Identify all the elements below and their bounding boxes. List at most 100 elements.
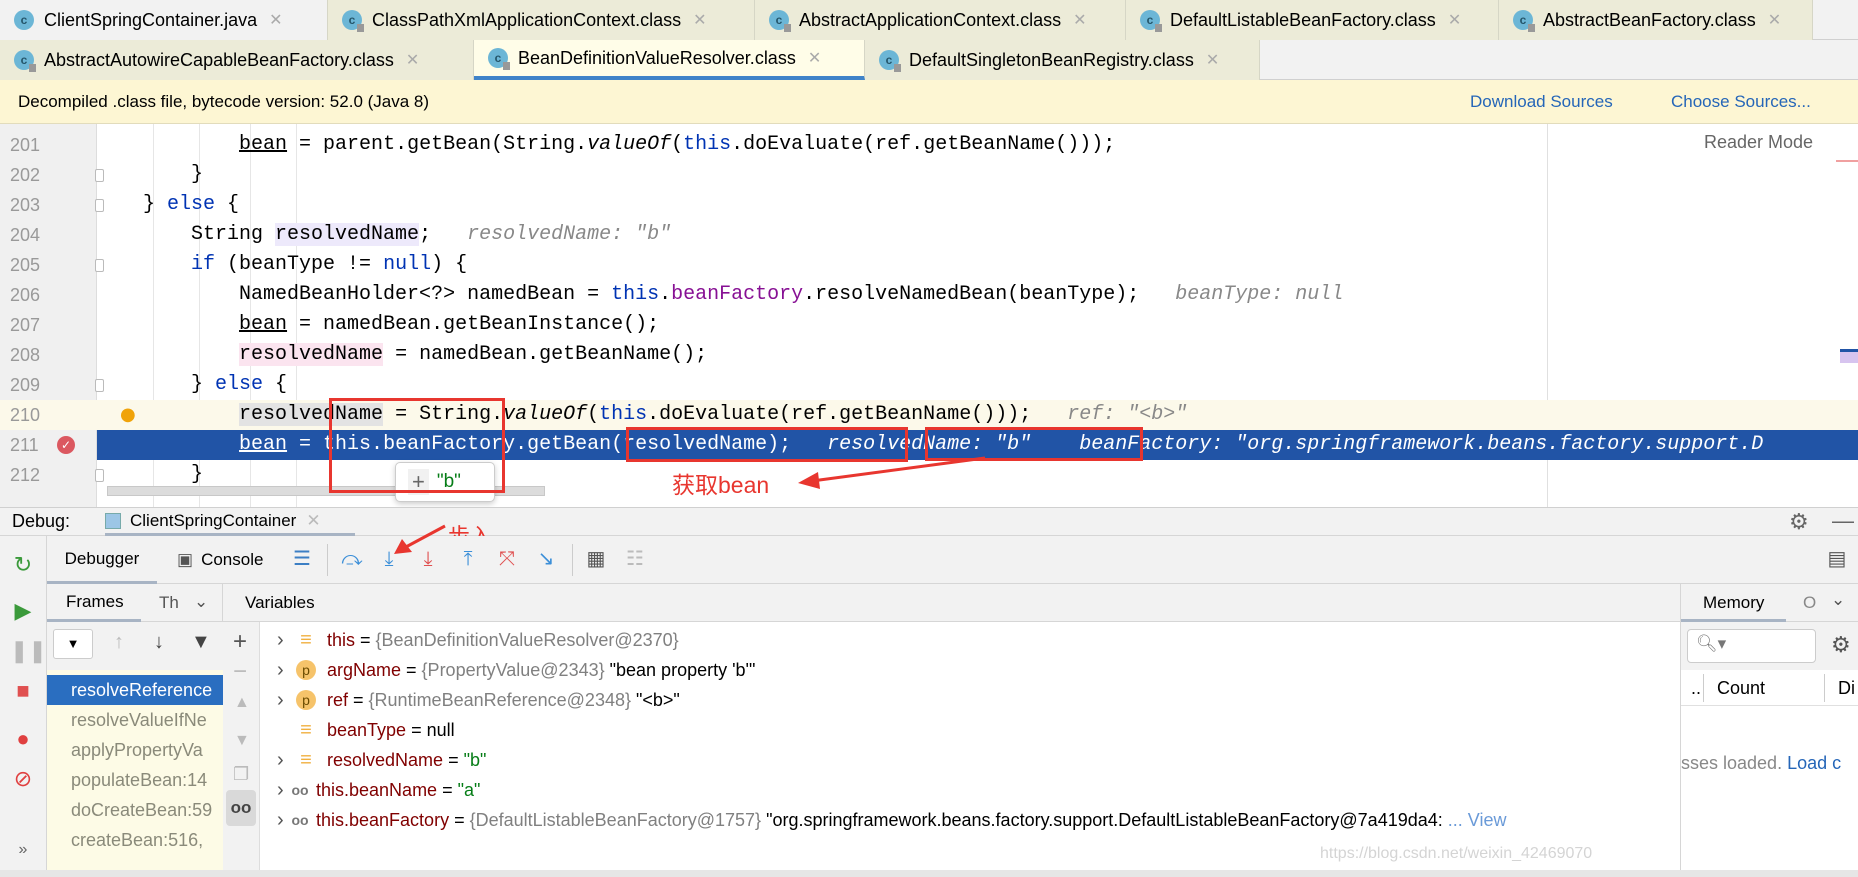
arrow-down-icon[interactable]: ↓ xyxy=(154,631,164,654)
arrow-up-icon[interactable]: ↑ xyxy=(114,631,124,654)
scroll-marker[interactable] xyxy=(1840,349,1858,363)
frame-item[interactable]: doCreateBean:59 xyxy=(47,795,223,825)
restore-layout-icon[interactable]: ▤ xyxy=(1825,548,1849,570)
code-line[interactable]: 209 } else { xyxy=(0,370,1858,400)
close-icon[interactable]: ✕ xyxy=(1768,10,1781,30)
memory-table-header: .. Count Di xyxy=(1681,670,1858,706)
expand-chevron-icon[interactable]: › xyxy=(277,685,284,715)
tab-client-spring-container[interactable]: c ClientSpringContainer.java ✕ xyxy=(0,0,328,40)
close-icon[interactable]: ✕ xyxy=(269,10,282,30)
more-icon[interactable]: » xyxy=(10,841,36,859)
copy-icon[interactable]: ❐ xyxy=(233,764,249,785)
add-watch-icon[interactable]: + xyxy=(233,628,247,656)
variable-type: {DefaultListableBeanFactory@1757} xyxy=(469,810,767,830)
code-editor[interactable]: 201 bean = parent.getBean(String.valueOf… xyxy=(0,124,1858,507)
fold-marker-icon[interactable] xyxy=(95,169,104,182)
chevron-down-icon[interactable]: ⌄ xyxy=(1831,590,1845,610)
resume-icon[interactable]: ▶ xyxy=(10,598,36,624)
breakpoint-icon[interactable]: ✓ xyxy=(57,436,75,454)
settings-gear-icon[interactable]: ⚙ xyxy=(1789,509,1809,535)
debug-session-tab[interactable]: ClientSpringContainer ✕ xyxy=(105,508,355,536)
column-name[interactable]: .. xyxy=(1691,678,1701,699)
column-diff[interactable]: Di xyxy=(1838,678,1855,699)
code-line[interactable]: 205 if (beanType != null) { xyxy=(0,250,1858,280)
tab-threads[interactable]: Th xyxy=(159,593,179,613)
reader-mode-button[interactable]: Reader Mode xyxy=(1704,132,1813,153)
fold-marker-icon[interactable] xyxy=(95,259,104,272)
intention-bulb-icon[interactable]: ● xyxy=(120,400,136,430)
show-watches-icon[interactable]: oo xyxy=(226,790,256,826)
frame-item[interactable]: populateBean:14 xyxy=(47,765,223,795)
variable-name: this.beanFactory xyxy=(316,810,450,830)
tab-default-listable-bean-factory[interactable]: c DefaultListableBeanFactory.class ✕ xyxy=(1126,0,1499,40)
code-line[interactable]: 208 resolvedName = namedBean.getBeanName… xyxy=(0,340,1858,370)
tab-frames[interactable]: Frames xyxy=(47,584,141,622)
close-icon[interactable]: ✕ xyxy=(693,10,706,30)
code-line[interactable]: 210 resolvedName = String.valueOf(this.d… xyxy=(0,400,1858,430)
tab-abstract-autowire-capable-bean-factory[interactable]: c AbstractAutowireCapableBeanFactory.clas… xyxy=(0,40,474,80)
close-icon[interactable]: ✕ xyxy=(808,48,821,68)
expand-chevron-icon[interactable]: › xyxy=(277,655,284,685)
variable-value: null xyxy=(426,720,455,740)
tab-console[interactable]: ▣ Console xyxy=(177,536,263,584)
fold-marker-icon[interactable] xyxy=(95,469,104,482)
close-icon[interactable]: ✕ xyxy=(1448,10,1461,30)
settings-gear-icon[interactable]: ⚙ xyxy=(1831,632,1851,658)
close-icon[interactable]: ✕ xyxy=(1073,10,1086,30)
view-link[interactable]: ... View xyxy=(1443,810,1507,830)
move-up-icon[interactable]: ▲ xyxy=(234,694,250,712)
fold-marker-icon[interactable] xyxy=(95,199,104,212)
code-line[interactable]: 202 } xyxy=(0,160,1858,190)
code-line[interactable]: 203 } else { xyxy=(0,190,1858,220)
filter-icon[interactable]: ▼ xyxy=(191,631,211,654)
drop-frame-icon[interactable]: ⤧ xyxy=(495,548,519,570)
load-classes-link[interactable]: Load c xyxy=(1787,753,1841,773)
stop-icon[interactable]: ■ xyxy=(10,678,36,704)
class-file-icon: c xyxy=(14,50,36,72)
run-to-cursor-icon[interactable]: ↘ xyxy=(534,548,558,570)
minimize-icon[interactable]: — xyxy=(1832,508,1854,534)
step-over-icon[interactable]: ⤼ xyxy=(340,548,364,570)
trace-icon[interactable]: ☷ xyxy=(623,548,647,570)
expand-chevron-icon[interactable]: › xyxy=(277,625,284,655)
mute-breakpoints-icon[interactable]: ⊘ xyxy=(10,766,36,792)
code-line[interactable]: 201 bean = parent.getBean(String.valueOf… xyxy=(0,130,1858,160)
tab-abstract-application-context[interactable]: c AbstractApplicationContext.class ✕ xyxy=(755,0,1126,40)
step-out-icon[interactable]: ⤒ xyxy=(456,548,480,570)
code-line[interactable]: 206 NamedBeanHolder<?> namedBean = this.… xyxy=(0,280,1858,310)
frame-item[interactable]: applyPropertyVa xyxy=(47,735,223,765)
frame-item[interactable]: resolveValueIfNe xyxy=(47,705,223,735)
choose-sources-link[interactable]: Choose Sources... xyxy=(1671,92,1811,112)
expand-chevron-icon[interactable]: › xyxy=(277,805,284,835)
evaluate-expression-icon[interactable]: ▦ xyxy=(584,548,608,570)
tab-classpath-xml-application-context[interactable]: c ClassPathXmlApplicationContext.class ✕ xyxy=(328,0,755,40)
bottom-scrollbar[interactable] xyxy=(0,870,1858,877)
expand-chevron-icon[interactable]: › xyxy=(277,745,284,775)
remove-watch-icon[interactable]: − xyxy=(233,658,247,686)
tab-default-singleton-bean-registry[interactable]: c DefaultSingletonBeanRegistry.class ✕ xyxy=(865,40,1260,80)
rerun-icon[interactable]: ↻ xyxy=(10,552,36,578)
close-icon[interactable]: ✕ xyxy=(406,50,419,70)
thread-dropdown[interactable]: ▼ xyxy=(53,629,93,659)
view-breakpoints-icon[interactable]: ● xyxy=(10,726,36,752)
frame-item[interactable]: resolveReference xyxy=(47,675,223,705)
tab-abstract-bean-factory[interactable]: c AbstractBeanFactory.class ✕ xyxy=(1499,0,1813,40)
tab-overhead[interactable]: O xyxy=(1803,593,1816,613)
close-icon[interactable]: ✕ xyxy=(1206,50,1219,70)
tab-debugger[interactable]: Debugger xyxy=(47,536,157,584)
code-line[interactable]: 207 bean = namedBean.getBeanInstance(); xyxy=(0,310,1858,340)
code-line[interactable]: 204 String resolvedName; resolvedName: "… xyxy=(0,220,1858,250)
layout-icon[interactable]: ☰ xyxy=(290,548,314,570)
chevron-down-icon[interactable]: ⌄ xyxy=(194,592,208,612)
column-count[interactable]: Count xyxy=(1717,678,1765,699)
pause-icon[interactable]: ❚❚ xyxy=(10,638,47,664)
tab-bean-definition-value-resolver[interactable]: c BeanDefinitionValueResolver.class ✕ xyxy=(474,40,865,80)
expand-chevron-icon[interactable]: › xyxy=(277,775,284,805)
memory-search-input[interactable]: 🔍︎▾ xyxy=(1687,629,1816,663)
frame-item[interactable]: createBean:516, xyxy=(47,825,223,855)
download-sources-link[interactable]: Download Sources xyxy=(1470,92,1613,112)
move-down-icon[interactable]: ▼ xyxy=(234,732,250,750)
close-icon[interactable]: ✕ xyxy=(306,511,320,531)
fold-marker-icon[interactable] xyxy=(95,379,104,392)
tab-memory[interactable]: Memory xyxy=(1681,584,1786,622)
